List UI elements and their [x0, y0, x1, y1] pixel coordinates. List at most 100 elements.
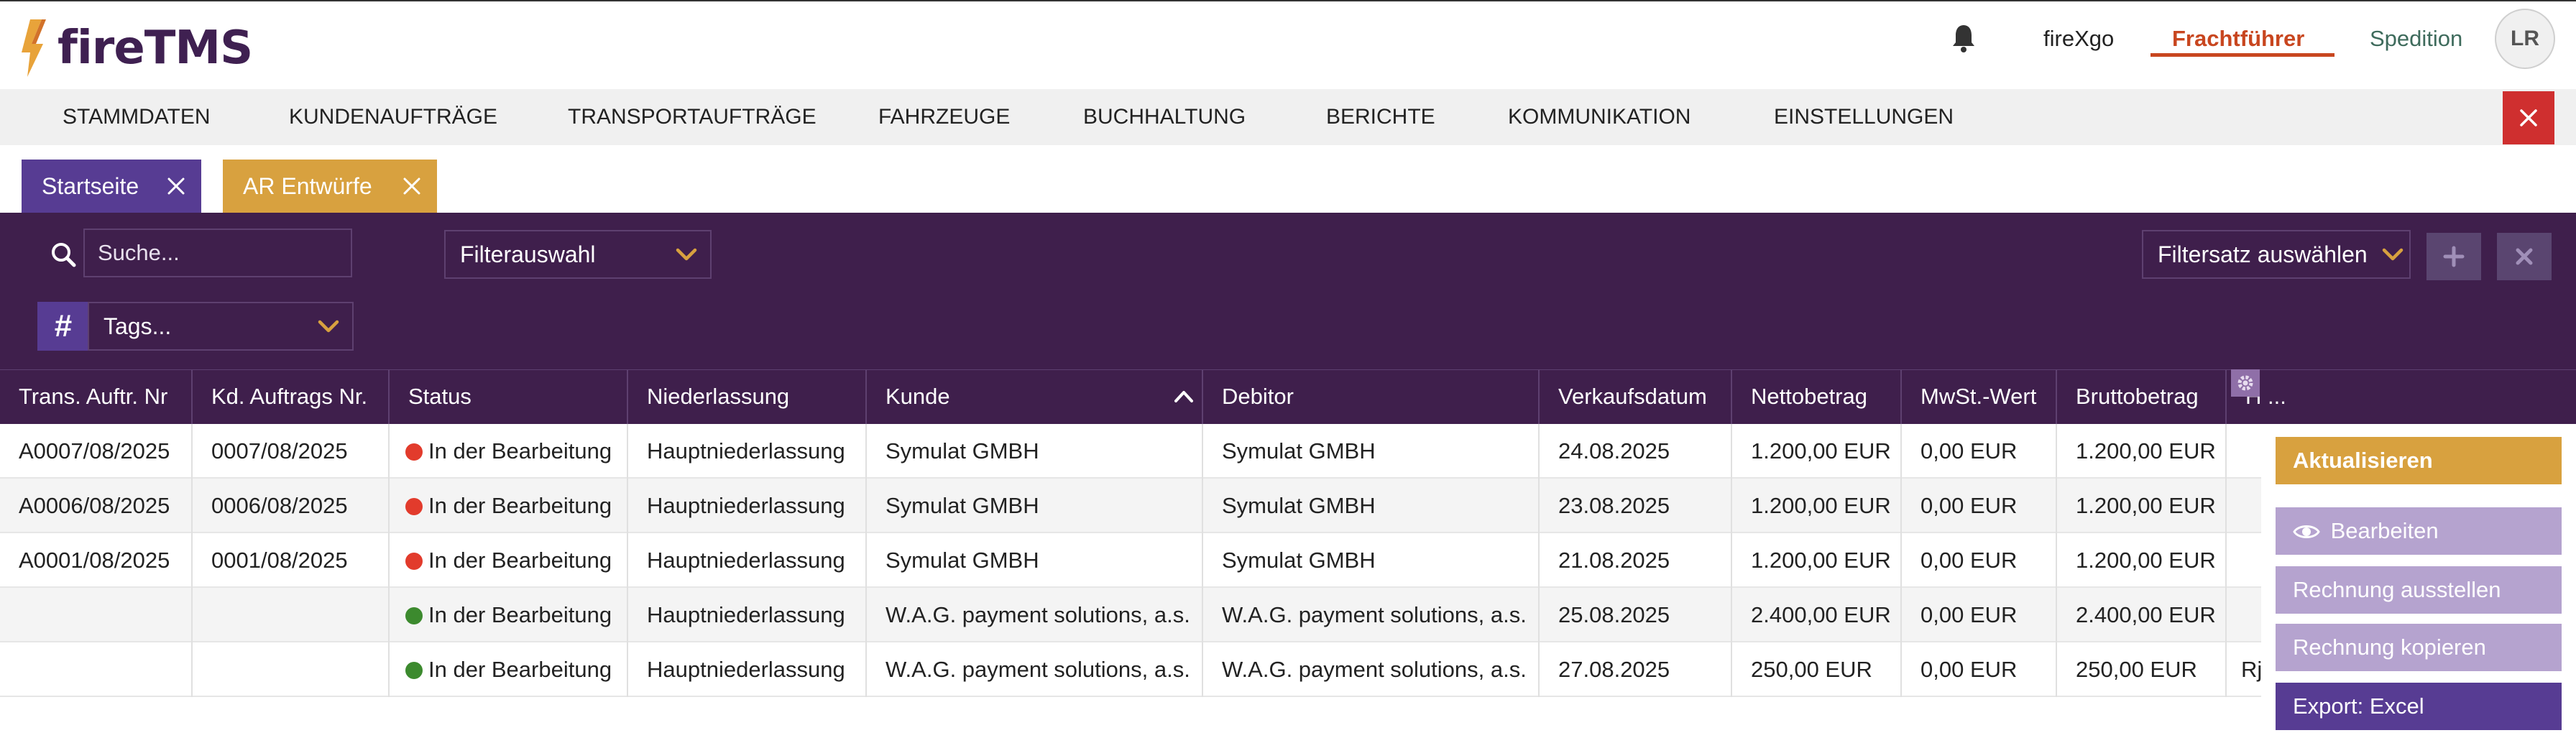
column-header-verkaufsdatum[interactable]: Verkaufsdatum	[1540, 369, 1732, 424]
status-dot-icon	[405, 443, 423, 461]
filterset-select[interactable]: Filtersatz auswählen	[2142, 230, 2411, 279]
plus-icon	[2443, 246, 2465, 267]
menu-item-fahrzeuge[interactable]: FAHRZEUGE	[878, 89, 1010, 145]
tab-label: Startseite	[42, 173, 139, 199]
filter-select-value: Filterauswahl	[460, 241, 596, 267]
status-text: In der Bearbeitung	[428, 657, 612, 682]
sort-ascending-icon[interactable]	[1173, 388, 1195, 404]
cell-bruttobetrag: 1.200,00 EUR	[2057, 533, 2227, 588]
column-header-bruttobetrag[interactable]: Bruttobetrag	[2057, 369, 2227, 424]
cell-niederlassung: Hauptniederlassung	[628, 533, 867, 588]
chevron-down-icon	[676, 248, 697, 261]
link-spedition[interactable]: Spedition	[2370, 23, 2462, 55]
cell-kunde: Symulat GMBH	[867, 479, 1203, 533]
cell-mwst-wert: 0,00 EUR	[1902, 479, 2057, 533]
cell-mwst-wert: 0,00 EUR	[1902, 533, 2057, 588]
column-header-kd-auftrags-nr[interactable]: Kd. Auftrags Nr.	[193, 369, 390, 424]
bell-icon[interactable]	[1951, 23, 1977, 53]
logo-text: fireTMS	[58, 22, 253, 75]
column-header-trans-auftr-nr[interactable]: Trans. Auftr. Nr	[0, 369, 193, 424]
cell-h	[2227, 479, 2261, 533]
table-row[interactable]: A0006/08/2025 0006/08/2025 In der Bearbeit…	[0, 479, 2261, 533]
table-row[interactable]: In der Bearbeitung Hauptniederlassung W.A.…	[0, 642, 2261, 697]
close-icon[interactable]	[167, 177, 185, 195]
tab-startseite[interactable]: Startseite	[22, 160, 201, 213]
column-header-mwst-wert[interactable]: MwSt.-Wert	[1902, 369, 2057, 424]
cell-kunde: W.A.G. payment solutions, a.s.	[867, 588, 1203, 642]
cell-bruttobetrag: 1.200,00 EUR	[2057, 479, 2227, 533]
table-row[interactable]: A0001/08/2025 0001/08/2025 In der Bearbeit…	[0, 533, 2261, 588]
flame-logo-icon	[22, 19, 46, 77]
edit-button-label: Bearbeiten	[2330, 518, 2439, 543]
column-header-nettobetrag[interactable]: Nettobetrag	[1732, 369, 1902, 424]
close-icon[interactable]	[402, 177, 421, 195]
close-all-tabs-button[interactable]	[2503, 91, 2554, 144]
issue-invoice-button[interactable]: Rechnung ausstellen	[2276, 566, 2562, 614]
menu-item-berichte[interactable]: BERICHTE	[1326, 89, 1435, 145]
column-header-status[interactable]: Status	[390, 369, 628, 424]
filter-select[interactable]: Filterauswahl	[444, 230, 712, 279]
status-dot-icon	[405, 662, 423, 679]
cell-kd-auftrags-nr: 0006/08/2025	[193, 479, 390, 533]
cell-debitor: Symulat GMBH	[1203, 479, 1540, 533]
cell-verkaufsdatum: 25.08.2025	[1540, 588, 1732, 642]
menu-item-stammdaten[interactable]: STAMMDATEN	[63, 89, 211, 145]
cell-kd-auftrags-nr	[193, 642, 390, 697]
cell-verkaufsdatum: 23.08.2025	[1540, 479, 1732, 533]
cell-trans-auftr-nr: A0007/08/2025	[0, 424, 193, 479]
cell-verkaufsdatum: 27.08.2025	[1540, 642, 1732, 697]
cell-bruttobetrag: 1.200,00 EUR	[2057, 424, 2227, 479]
copy-invoice-button[interactable]: Rechnung kopieren	[2276, 624, 2562, 671]
edit-button[interactable]: Bearbeiten	[2276, 507, 2562, 555]
cell-trans-auftr-nr: A0006/08/2025	[0, 479, 193, 533]
cell-nettobetrag: 1.200,00 EUR	[1732, 424, 1902, 479]
tab-ar-entwuerfe[interactable]: AR Entwürfe	[223, 160, 437, 213]
cell-status: In der Bearbeitung	[390, 588, 628, 642]
menu-item-buchhaltung[interactable]: BUCHHALTUNG	[1083, 89, 1246, 145]
menu-item-kommunikation[interactable]: KOMMUNIKATION	[1508, 89, 1690, 145]
gear-icon[interactable]	[2231, 369, 2260, 397]
table-row[interactable]: In der Bearbeitung Hauptniederlassung W.A.…	[0, 588, 2261, 642]
link-firexgo[interactable]: fireXgo	[2043, 23, 2114, 55]
cell-trans-auftr-nr: A0001/08/2025	[0, 533, 193, 588]
delete-filterset-button[interactable]	[2497, 233, 2552, 280]
status-dot-icon	[405, 498, 423, 515]
cell-h	[2227, 533, 2261, 588]
add-filterset-button[interactable]	[2426, 233, 2481, 280]
column-header-h[interactable]: H ...	[2227, 369, 2576, 424]
cell-niederlassung: Hauptniederlassung	[628, 588, 867, 642]
tags-select[interactable]: Tags...	[88, 302, 354, 351]
refresh-button[interactable]: Aktualisieren	[2276, 437, 2562, 484]
link-frachtfuehrer[interactable]: Frachtführer	[2172, 23, 2304, 55]
cell-mwst-wert: 0,00 EUR	[1902, 642, 2057, 697]
filterset-select-value: Filtersatz auswählen	[2158, 241, 2368, 267]
export-excel-button[interactable]: Export: Excel	[2276, 683, 2562, 730]
cell-nettobetrag: 1.200,00 EUR	[1732, 533, 1902, 588]
close-icon	[2516, 248, 2533, 265]
status-text: In der Bearbeitung	[428, 493, 612, 518]
cell-kd-auftrags-nr	[193, 588, 390, 642]
user-avatar[interactable]: LR	[2495, 9, 2555, 69]
column-header-debitor[interactable]: Debitor	[1203, 369, 1540, 424]
search-input[interactable]	[83, 229, 352, 277]
menu-item-transportauftraege[interactable]: TRANSPORTAUFTRÄGE	[568, 89, 816, 145]
search-icon	[52, 243, 76, 267]
logo[interactable]: fireTMS	[20, 19, 253, 78]
status-dot-icon	[405, 607, 423, 624]
column-header-kunde[interactable]: Kunde	[867, 369, 1203, 424]
cell-kunde: Symulat GMBH	[867, 424, 1203, 479]
cell-kunde: Symulat GMBH	[867, 533, 1203, 588]
cell-h	[2227, 588, 2261, 642]
column-header-niederlassung[interactable]: Niederlassung	[628, 369, 867, 424]
cell-mwst-wert: 0,00 EUR	[1902, 424, 2057, 479]
menu-item-kundenauftraege[interactable]: KUNDENAUFTRÄGE	[289, 89, 497, 145]
active-link-underline	[2150, 53, 2334, 57]
cell-status: In der Bearbeitung	[390, 424, 628, 479]
cell-nettobetrag: 1.200,00 EUR	[1732, 479, 1902, 533]
eye-icon	[2293, 525, 2320, 538]
cell-status: In der Bearbeitung	[390, 479, 628, 533]
main-menu: STAMMDATEN KUNDENAUFTRÄGE TRANSPORTAUFTR…	[0, 89, 2576, 145]
menu-item-einstellungen[interactable]: EINSTELLUNGEN	[1774, 89, 1954, 145]
table-row[interactable]: A0007/08/2025 0007/08/2025 In der Bearbeit…	[0, 424, 2261, 479]
cell-trans-auftr-nr	[0, 588, 193, 642]
